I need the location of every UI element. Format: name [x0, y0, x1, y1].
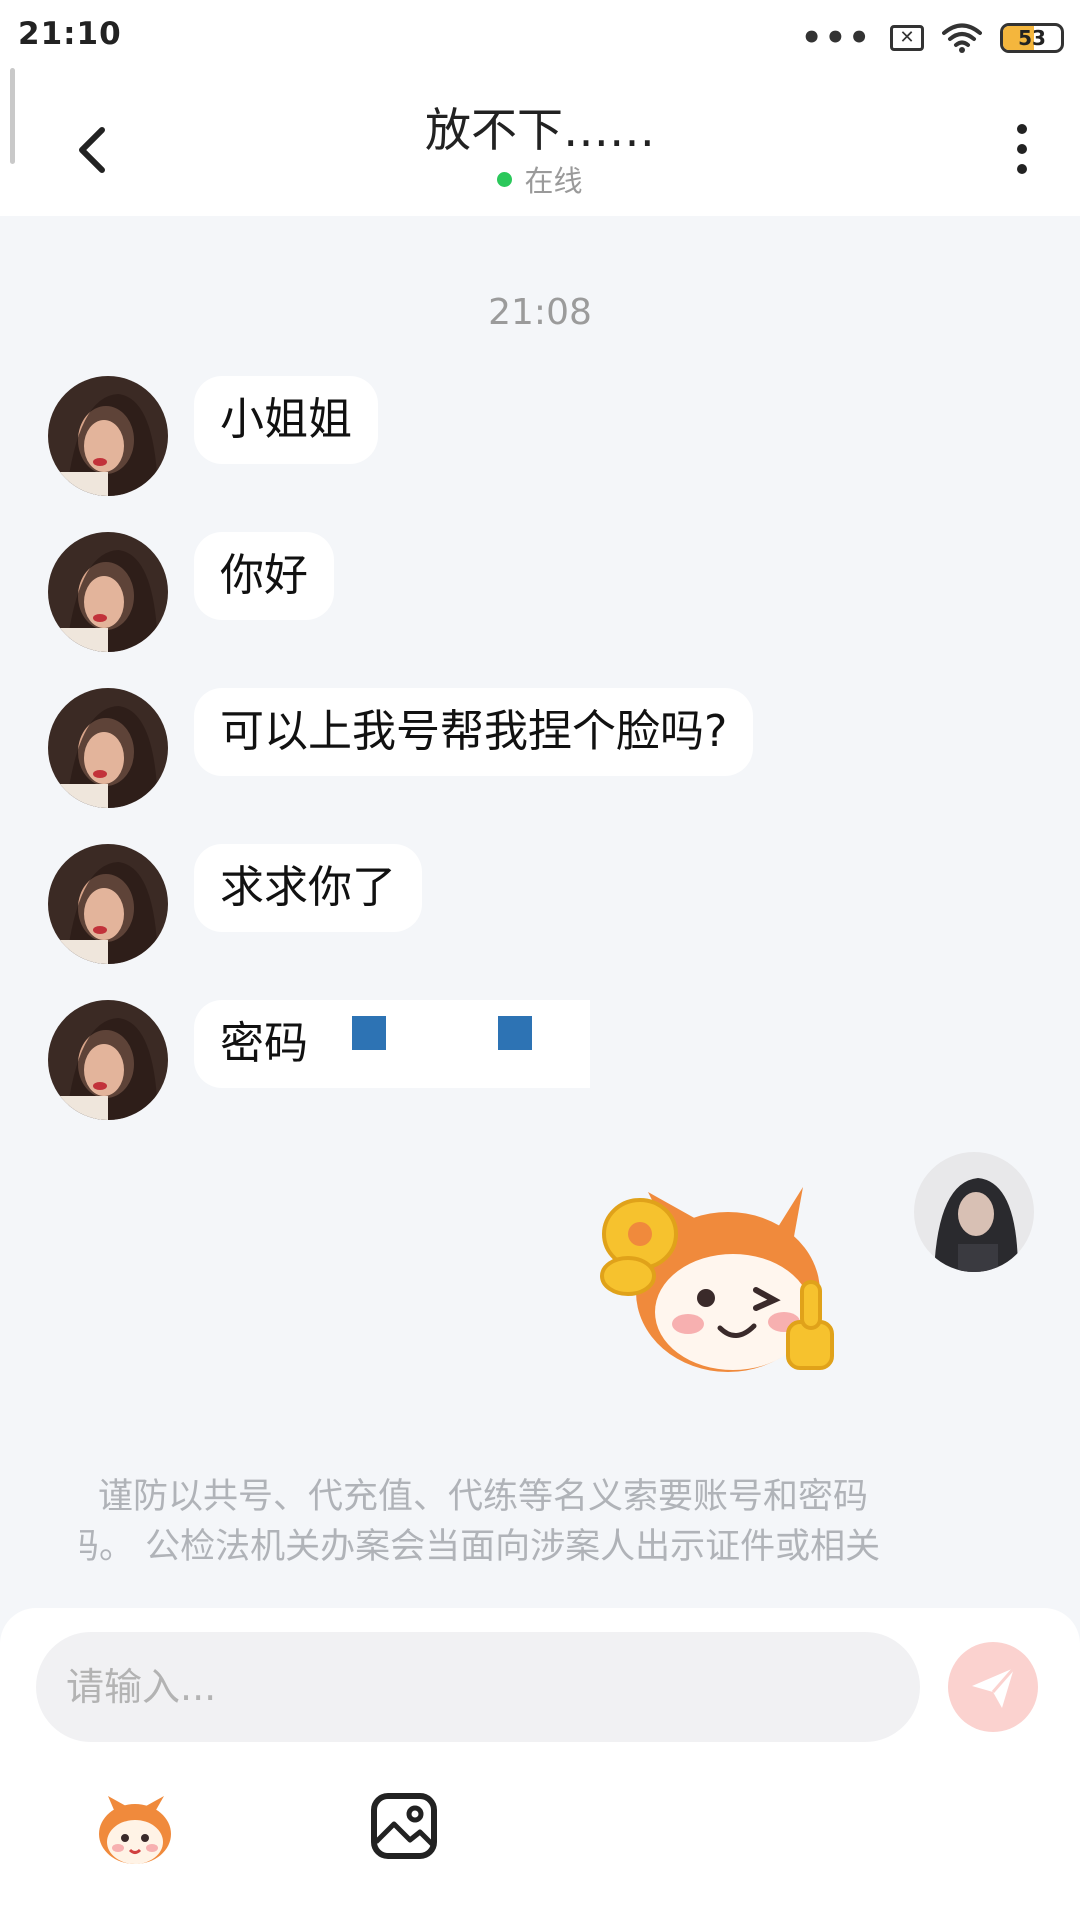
my-avatar[interactable] [914, 1152, 1034, 1272]
more-options-button[interactable] [1000, 116, 1044, 182]
more-vertical-icon-dot [1017, 164, 1027, 174]
edge-handle [10, 68, 15, 164]
thumbs-up-wink-sticker [600, 1187, 834, 1372]
image-icon [371, 1793, 437, 1859]
sticker-message[interactable] [588, 1172, 858, 1382]
redaction-overlay [306, 1000, 590, 1088]
chat-header: 放不下…… 在线 [0, 80, 1080, 216]
redaction-mark [352, 1016, 386, 1050]
message-input[interactable] [36, 1632, 920, 1742]
sim-x-icon: ✕ [890, 25, 924, 51]
online-status: 在线 [0, 158, 1080, 200]
send-plane-icon [972, 1667, 1016, 1708]
contact-avatar[interactable] [48, 1000, 168, 1120]
mascot-emoji-icon [99, 1796, 171, 1864]
message-row: 密码 [48, 1000, 1048, 1120]
online-status-text: 在线 [524, 164, 583, 198]
message-bubble[interactable]: 你好 [194, 532, 334, 620]
online-dot [497, 172, 513, 187]
status-icons: ••• ✕ 53 [801, 18, 1064, 58]
contact-avatar[interactable] [48, 844, 168, 964]
message-timestamp: 21:08 [488, 292, 592, 333]
contact-avatar[interactable] [48, 688, 168, 808]
redaction-mark [498, 1016, 532, 1050]
more-vertical-icon-dot [1017, 144, 1027, 154]
image-button[interactable] [370, 1792, 438, 1860]
wifi-icon [942, 23, 982, 53]
message-bubble[interactable]: 小姐姐 [194, 376, 378, 464]
send-button[interactable] [948, 1642, 1038, 1732]
contact-avatar[interactable] [48, 532, 168, 652]
emoji-button[interactable] [92, 1792, 178, 1866]
composer [0, 1608, 1080, 1920]
status-bar: 21:10 ••• ✕ 53 [0, 0, 1080, 80]
contact-avatar[interactable] [48, 376, 168, 496]
message-bubble[interactable]: 求求你了 [194, 844, 422, 932]
notice-line-1: 谨防以共号、代充值、代练等名义索要账号和密码 [98, 1477, 869, 1517]
battery-indicator: 53 [1000, 23, 1064, 53]
battery-level: 53 [1018, 26, 1046, 50]
chat-title: 放不下…… [425, 103, 655, 157]
security-notice: 谨防以共号、代充值、代练等名义索要账号和密码 码。 公检法机关办案会当面向涉案人… [0, 1462, 1080, 1572]
message-bubble[interactable]: 可以上我号帮我捏个脸吗? [194, 688, 754, 776]
status-time: 21:10 [18, 16, 122, 52]
more-dots-icon: ••• [800, 18, 872, 58]
more-vertical-icon [1017, 124, 1027, 134]
notice-line-2: 码。 公检法机关办案会当面向涉案人出示证件或相关 [80, 1527, 881, 1567]
